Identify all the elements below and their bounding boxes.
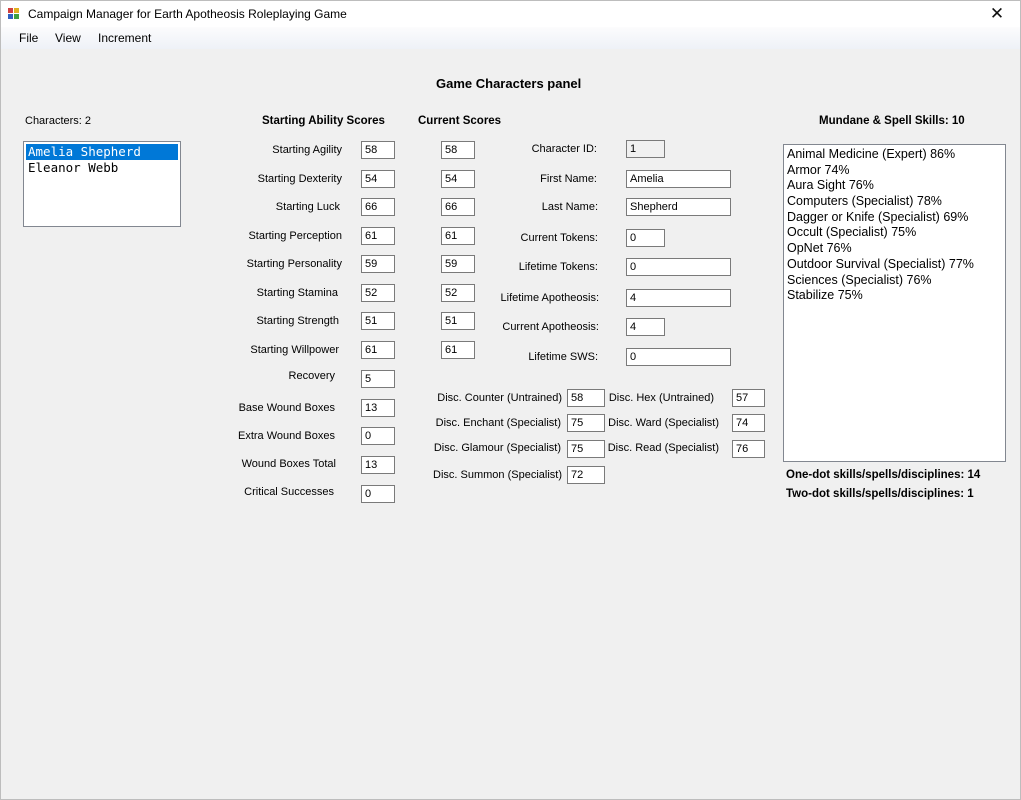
character-list-item[interactable]: Amelia Shepherd [26, 144, 178, 160]
list-item[interactable]: Sciences (Specialist) 76% [787, 273, 1002, 289]
close-icon[interactable]: ✕ [974, 1, 1020, 27]
disc-read-field[interactable]: 76 [732, 440, 765, 458]
main-window: Campaign Manager for Earth Apotheosis Ro… [0, 0, 1021, 800]
recovery-label: Recovery [288, 370, 335, 382]
ability-label: Starting Stamina [256, 287, 338, 299]
starting-perception-field[interactable]: 61 [361, 227, 395, 245]
app-icon [8, 8, 20, 20]
starting-luck-field[interactable]: 66 [361, 198, 395, 216]
disc-ward-field[interactable]: 74 [732, 414, 765, 432]
one-dot-summary: One-dot skills/spells/disciplines: 14 [786, 469, 981, 481]
menu-file[interactable]: File [19, 31, 38, 45]
list-item[interactable]: Stabilize 75% [787, 288, 1002, 304]
window-title: Campaign Manager for Earth Apotheosis Ro… [28, 7, 347, 21]
character-id-field[interactable]: 1 [626, 140, 665, 158]
starting-strength-field[interactable]: 51 [361, 312, 395, 330]
critical-successes-field[interactable]: 0 [361, 485, 395, 503]
critical-successes-label: Critical Successes [244, 486, 334, 498]
lifetime-tokens-field[interactable]: 0 [626, 258, 731, 276]
recovery-field[interactable]: 5 [361, 370, 395, 388]
wound-boxes-total-label: Wound Boxes Total [241, 458, 336, 470]
first-name-field[interactable]: Amelia [626, 170, 731, 188]
current-tokens-label: Current Tokens: [520, 232, 598, 244]
starting-agility-field[interactable]: 58 [361, 141, 395, 159]
disc-glamour-label: Disc. Glamour (Specialist) [433, 442, 561, 454]
disc-summon-field[interactable]: 72 [567, 466, 605, 484]
list-item[interactable]: OpNet 76% [787, 241, 1002, 257]
ability-label: Starting Strength [256, 315, 339, 327]
current-stamina-field[interactable]: 52 [441, 284, 475, 302]
first-name-label: First Name: [540, 173, 597, 185]
disc-hex-field[interactable]: 57 [732, 389, 765, 407]
last-name-label: Last Name: [541, 201, 598, 213]
current-apotheosis-label: Current Apotheosis: [502, 321, 599, 333]
list-item[interactable]: Computers (Specialist) 78% [787, 194, 1002, 210]
ability-label: Starting Dexterity [257, 173, 342, 185]
list-item[interactable]: Occult (Specialist) 75% [787, 225, 1002, 241]
current-dexterity-field[interactable]: 54 [441, 170, 475, 188]
skills-list[interactable]: Animal Medicine (Expert) 86% Armor 74% A… [783, 144, 1006, 462]
current-scores-header: Current Scores [418, 115, 502, 127]
starting-dexterity-field[interactable]: 54 [361, 170, 395, 188]
current-luck-field[interactable]: 66 [441, 198, 475, 216]
current-tokens-field[interactable]: 0 [626, 229, 665, 247]
disc-enchant-field[interactable]: 75 [567, 414, 605, 432]
lifetime-tokens-label: Lifetime Tokens: [518, 261, 598, 273]
character-list-item[interactable]: Eleanor Webb [26, 160, 178, 176]
starting-scores-header: Starting Ability Scores [262, 115, 385, 127]
character-id-label: Character ID: [531, 143, 597, 155]
current-personality-field[interactable]: 59 [441, 255, 475, 273]
disc-glamour-field[interactable]: 75 [567, 440, 605, 458]
two-dot-summary: Two-dot skills/spells/disciplines: 1 [786, 488, 974, 500]
extra-wound-boxes-label: Extra Wound Boxes [237, 430, 335, 442]
current-apotheosis-field[interactable]: 4 [626, 318, 665, 336]
disc-hex-label: Disc. Hex (Untrained) [608, 392, 714, 404]
character-list[interactable]: Amelia Shepherd Eleanor Webb [23, 141, 181, 227]
last-name-field[interactable]: Shepherd [626, 198, 731, 216]
disc-enchant-label: Disc. Enchant (Specialist) [435, 417, 561, 429]
list-item[interactable]: Animal Medicine (Expert) 86% [787, 147, 1002, 163]
starting-willpower-field[interactable]: 61 [361, 341, 395, 359]
skills-header: Mundane & Spell Skills: 10 [819, 115, 965, 127]
base-wound-boxes-field[interactable]: 13 [361, 399, 395, 417]
ability-label: Starting Agility [272, 144, 342, 156]
extra-wound-boxes-field[interactable]: 0 [361, 427, 395, 445]
list-item[interactable]: Aura Sight 76% [787, 178, 1002, 194]
list-item[interactable]: Outdoor Survival (Specialist) 77% [787, 257, 1002, 273]
lifetime-sws-field[interactable]: 0 [626, 348, 731, 366]
title-bar: Campaign Manager for Earth Apotheosis Ro… [1, 1, 1020, 27]
current-perception-field[interactable]: 61 [441, 227, 475, 245]
panel-title: Game Characters panel [436, 76, 582, 91]
ability-label: Starting Luck [275, 201, 340, 213]
current-agility-field[interactable]: 58 [441, 141, 475, 159]
lifetime-apotheosis-label: Lifetime Apotheosis: [500, 292, 599, 304]
disc-counter-label: Disc. Counter (Untrained) [437, 392, 562, 404]
current-willpower-field[interactable]: 61 [441, 341, 475, 359]
menu-bar: File View Increment [1, 27, 1020, 49]
menu-increment[interactable]: Increment [98, 31, 151, 45]
list-item[interactable]: Dagger or Knife (Specialist) 69% [787, 210, 1002, 226]
characters-count-label: Characters: 2 [25, 115, 92, 127]
lifetime-sws-label: Lifetime SWS: [528, 351, 598, 363]
starting-stamina-field[interactable]: 52 [361, 284, 395, 302]
base-wound-boxes-label: Base Wound Boxes [238, 402, 335, 414]
list-item[interactable]: Armor 74% [787, 163, 1002, 179]
disc-ward-label: Disc. Ward (Specialist) [608, 417, 719, 429]
lifetime-apotheosis-field[interactable]: 4 [626, 289, 731, 307]
disc-counter-field[interactable]: 58 [567, 389, 605, 407]
disc-summon-label: Disc. Summon (Specialist) [433, 469, 562, 481]
current-strength-field[interactable]: 51 [441, 312, 475, 330]
ability-label: Starting Personality [246, 258, 342, 270]
starting-personality-field[interactable]: 59 [361, 255, 395, 273]
ability-label: Starting Perception [248, 230, 342, 242]
menu-view[interactable]: View [55, 31, 81, 45]
ability-label: Starting Willpower [250, 344, 339, 356]
disc-read-label: Disc. Read (Specialist) [607, 442, 719, 454]
wound-boxes-total-field[interactable]: 13 [361, 456, 395, 474]
